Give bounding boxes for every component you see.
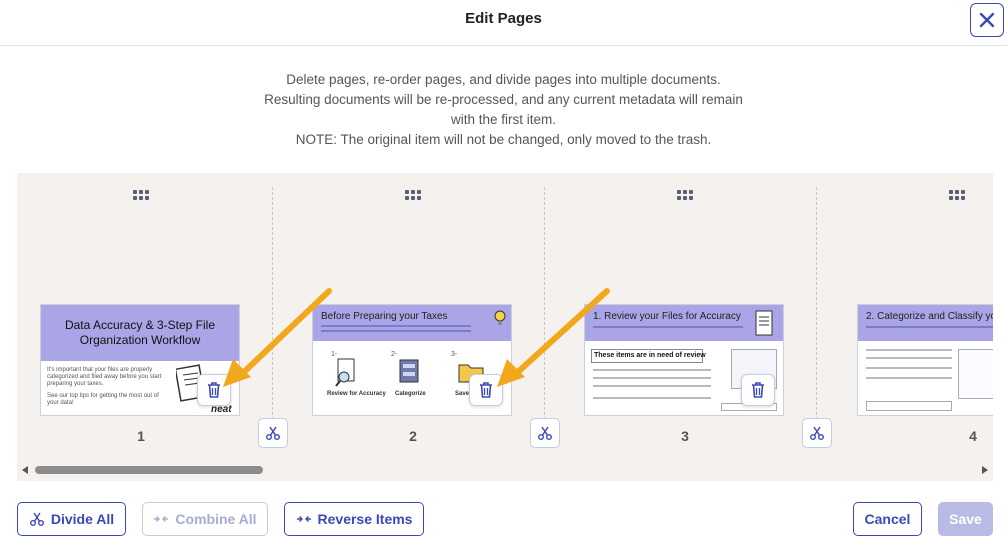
scroll-left-icon[interactable] [22, 466, 28, 474]
cancel-button[interactable]: Cancel [853, 502, 922, 536]
horizontal-scrollbar[interactable] [17, 463, 993, 477]
combine-arrows-icon [154, 516, 169, 522]
instructions-line: with the first item. [450, 112, 557, 127]
scissors-icon [29, 512, 44, 526]
instructions-line: Delete pages, re-order pages, and divide… [286, 72, 721, 87]
instructions-line: Resulting documents will be re-processed… [264, 92, 743, 107]
save-label: Save [949, 511, 982, 527]
scroll-right-icon[interactable] [982, 466, 988, 474]
reverse-items-label: Reverse Items [317, 511, 413, 527]
scroll-thumb[interactable] [35, 466, 263, 474]
modal-header: Edit Pages [0, 0, 1007, 46]
close-icon [979, 12, 995, 28]
instructions: Delete pages, re-order pages, and divide… [0, 70, 1007, 150]
reverse-arrows-icon [296, 516, 311, 522]
divide-all-label: Divide All [50, 511, 115, 527]
combine-all-label: Combine All [175, 511, 257, 527]
modal-title: Edit Pages [465, 10, 542, 27]
close-button[interactable] [970, 3, 1004, 37]
save-button[interactable]: Save [938, 502, 993, 536]
pages-strip: Data Accuracy & 3-Step File Organization… [17, 173, 993, 481]
cancel-label: Cancel [864, 511, 911, 527]
divide-all-button[interactable]: Divide All [17, 502, 126, 536]
reverse-items-button[interactable]: Reverse Items [284, 502, 424, 536]
combine-all-button[interactable]: Combine All [142, 502, 268, 536]
instructions-line: NOTE: The original item will not be chan… [295, 132, 712, 147]
annotation-arrow [223, 288, 610, 387]
